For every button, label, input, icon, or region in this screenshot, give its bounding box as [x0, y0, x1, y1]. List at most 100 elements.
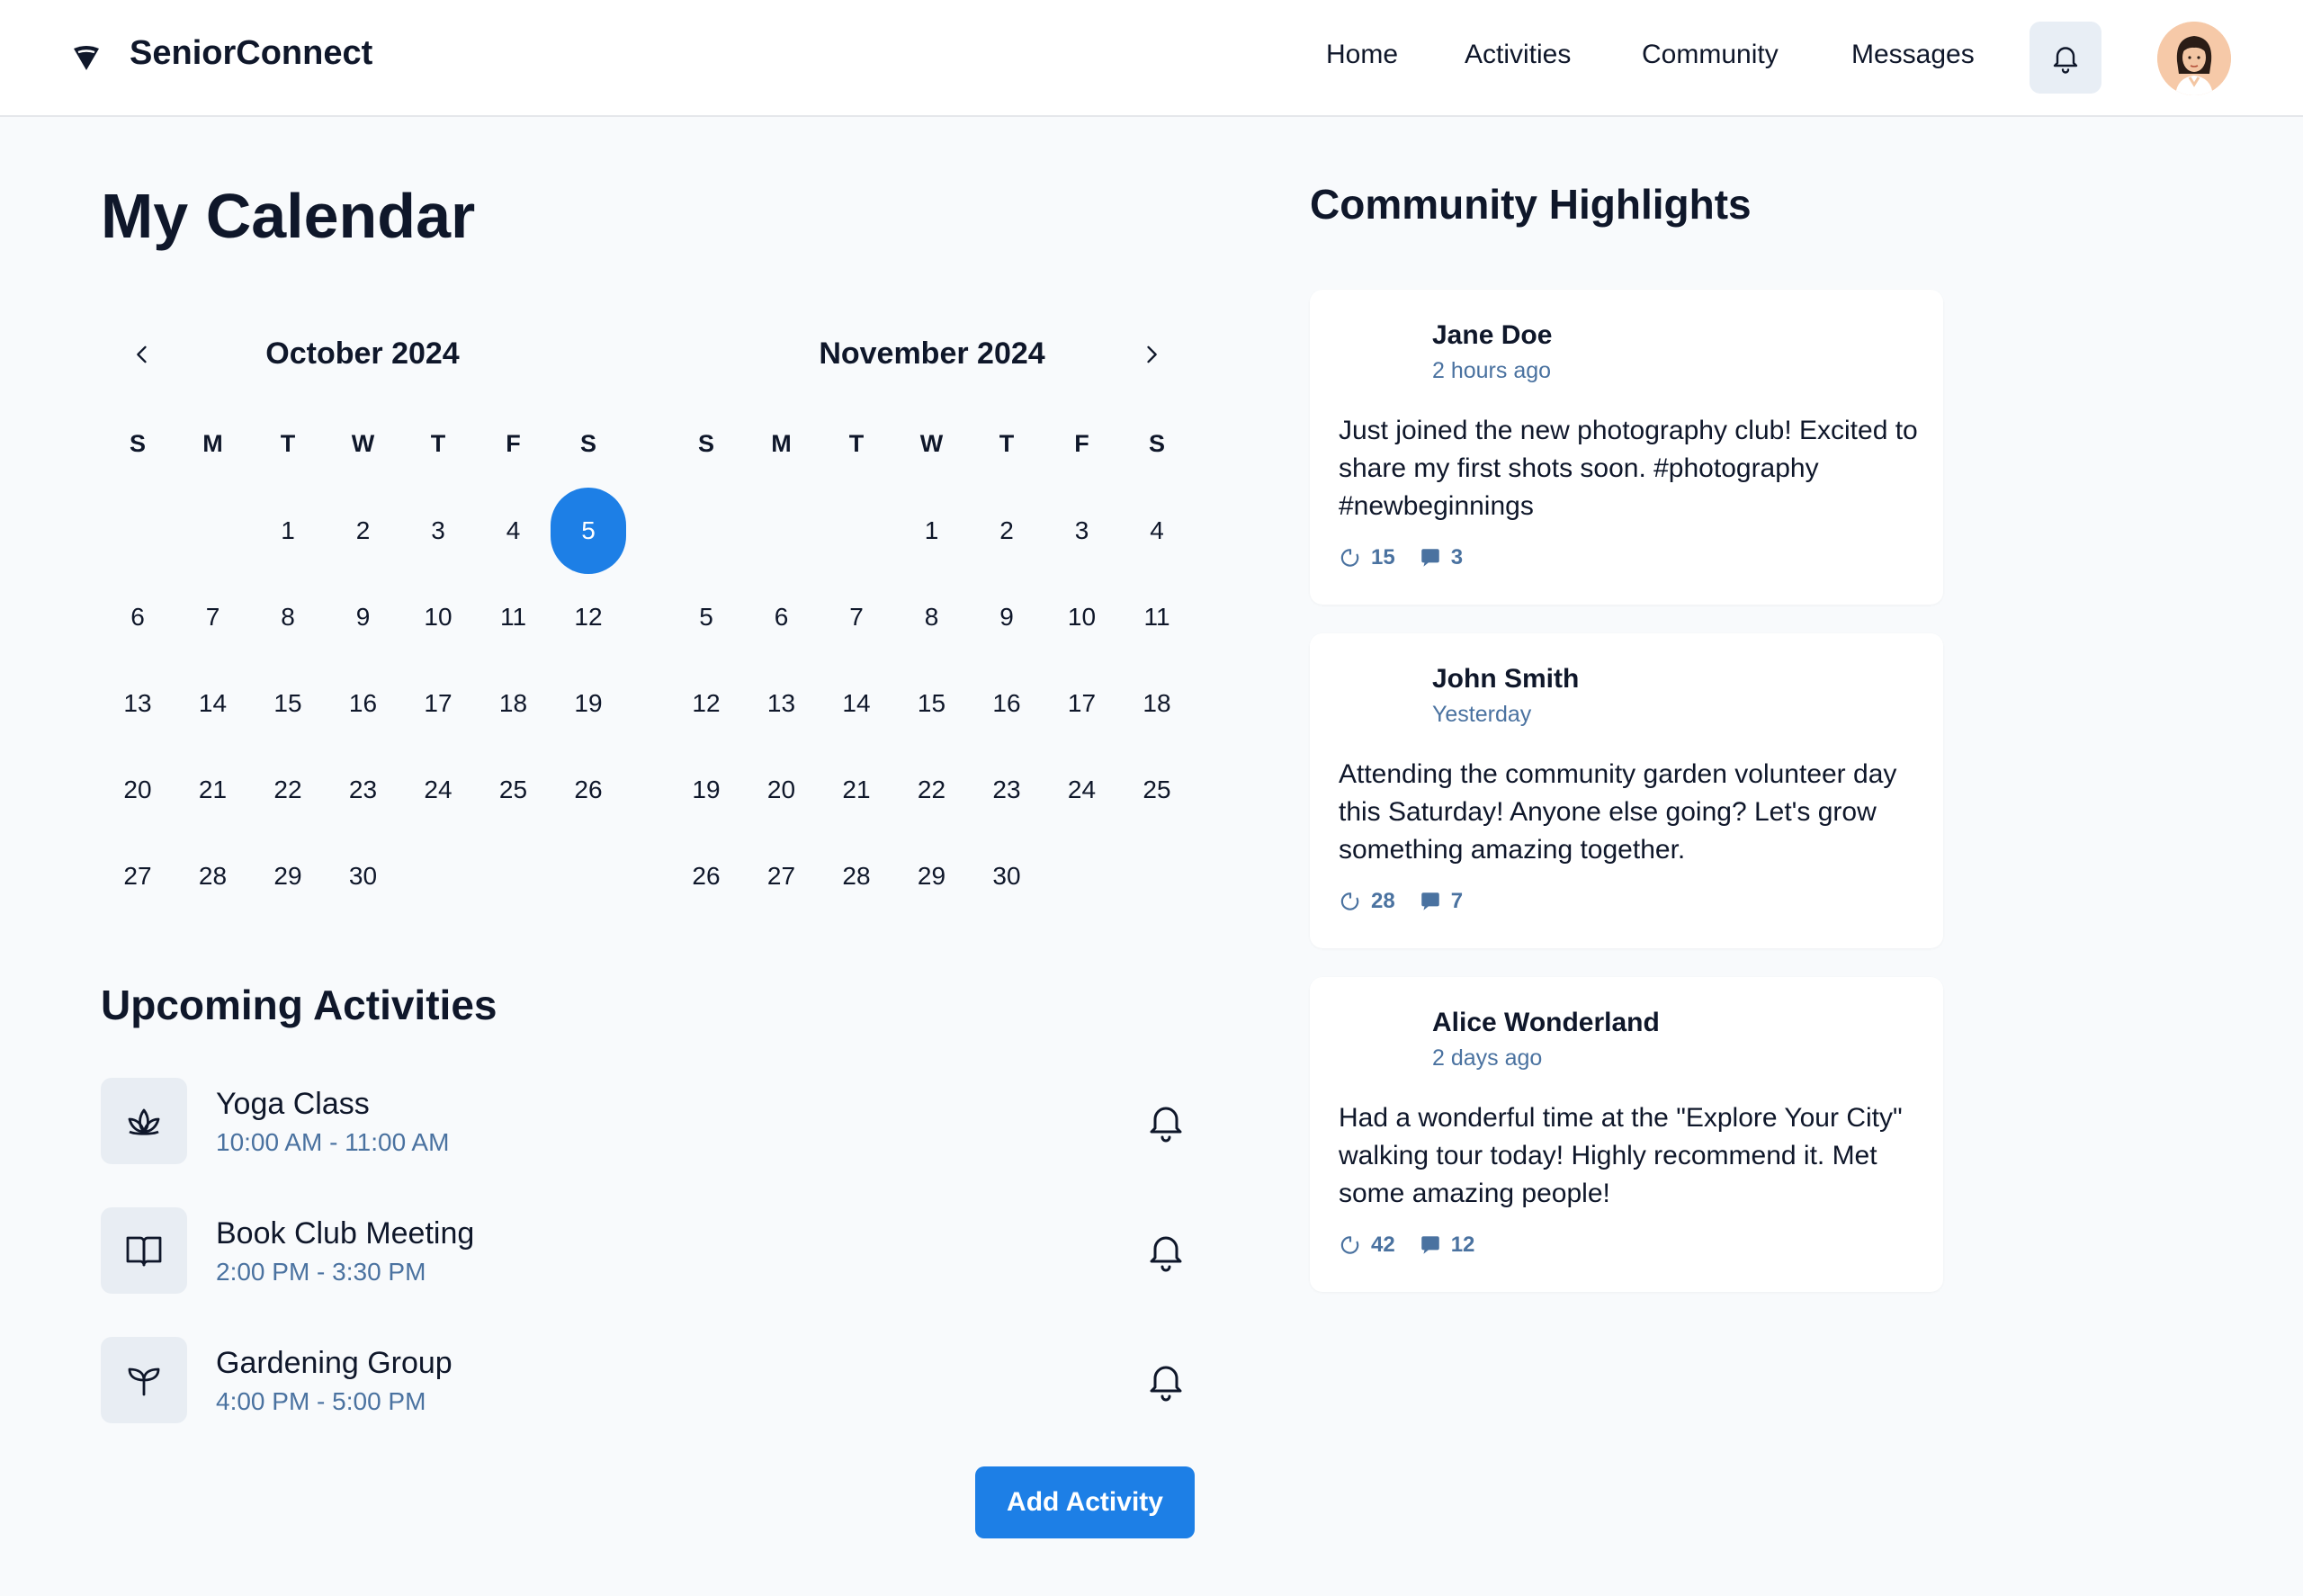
- calendar-day[interactable]: 23: [969, 752, 1044, 828]
- calendar-day[interactable]: 9: [969, 579, 1044, 655]
- post-author[interactable]: Alice Wonderland: [1432, 1008, 1660, 1038]
- avatar[interactable]: [2157, 22, 2231, 95]
- nav-home[interactable]: Home: [1326, 40, 1398, 70]
- calendar-day[interactable]: 25: [476, 752, 551, 828]
- calendar-day[interactable]: 25: [1119, 752, 1195, 828]
- calendar-day[interactable]: 22: [894, 752, 970, 828]
- calendar-day[interactable]: 18: [1119, 666, 1195, 741]
- reminder-bell-icon[interactable]: [1144, 1358, 1187, 1402]
- calendar-day[interactable]: 26: [551, 752, 626, 828]
- calendar-day[interactable]: 30: [326, 838, 401, 914]
- calendar-day[interactable]: 27: [744, 838, 820, 914]
- calendar-day[interactable]: 11: [1119, 579, 1195, 655]
- activity-item-book-club[interactable]: Book Club Meeting 2:00 PM - 3:30 PM: [101, 1207, 1198, 1297]
- calendar-day[interactable]: 20: [100, 752, 175, 828]
- calendar-day[interactable]: 28: [175, 838, 251, 914]
- calendar-day[interactable]: 10: [1044, 579, 1120, 655]
- calendar-day[interactable]: 14: [175, 666, 251, 741]
- calendar-day[interactable]: 16: [326, 666, 401, 741]
- calendar-day[interactable]: 3: [400, 493, 476, 569]
- calendar-day[interactable]: 19: [668, 752, 744, 828]
- comment-button[interactable]: 3: [1419, 545, 1463, 570]
- calendar-day[interactable]: 8: [894, 579, 970, 655]
- nav-activities[interactable]: Activities: [1465, 40, 1571, 70]
- calendar-day[interactable]: 30: [969, 838, 1044, 914]
- calendar-day[interactable]: 6: [744, 579, 820, 655]
- weekday-label: S: [579, 430, 596, 457]
- weekday-label: T: [280, 430, 296, 457]
- weekday-label: W: [351, 430, 375, 457]
- comment-button[interactable]: 12: [1419, 1233, 1475, 1258]
- calendar-day[interactable]: 20: [744, 752, 820, 828]
- calendar-day[interactable]: 2: [326, 493, 401, 569]
- calendar-day[interactable]: 24: [400, 752, 476, 828]
- calendar-day[interactable]: 21: [819, 752, 894, 828]
- calendar-day[interactable]: 4: [1119, 493, 1195, 569]
- calendar-day[interactable]: 16: [969, 666, 1044, 741]
- calendar-day[interactable]: 29: [894, 838, 970, 914]
- nav-community[interactable]: Community: [1642, 40, 1779, 70]
- post-author[interactable]: Jane Doe: [1432, 320, 1552, 351]
- calendar-day[interactable]: 6: [100, 579, 175, 655]
- page-title: My Calendar: [101, 181, 476, 251]
- prev-month-button[interactable]: [124, 336, 160, 372]
- nav-messages[interactable]: Messages: [1851, 40, 1975, 70]
- calendar-day[interactable]: 14: [819, 666, 894, 741]
- calendar-day[interactable]: 17: [400, 666, 476, 741]
- calendar-day[interactable]: 27: [100, 838, 175, 914]
- notifications-button[interactable]: [2030, 22, 2101, 94]
- calendar-day[interactable]: 13: [100, 666, 175, 741]
- calendar-day[interactable]: 15: [894, 666, 970, 741]
- calendar-day[interactable]: 10: [400, 579, 476, 655]
- post-author[interactable]: John Smith: [1432, 664, 1579, 695]
- weekday-label: M: [771, 430, 792, 457]
- calendar-day[interactable]: 12: [551, 579, 626, 655]
- like-button[interactable]: 42: [1339, 1233, 1395, 1258]
- calendar-day[interactable]: 1: [250, 493, 326, 569]
- add-activity-button[interactable]: Add Activity: [975, 1466, 1195, 1538]
- calendar-day[interactable]: 3: [1044, 493, 1120, 569]
- reminder-bell-icon[interactable]: [1144, 1229, 1187, 1272]
- calendar-day[interactable]: 5: [668, 579, 744, 655]
- calendar-day-selected[interactable]: 5: [551, 488, 626, 574]
- calendar-day[interactable]: 15: [250, 666, 326, 741]
- calendar-day[interactable]: 12: [668, 666, 744, 741]
- weekday-label: F: [1074, 430, 1089, 457]
- like-button[interactable]: 15: [1339, 545, 1395, 570]
- calendar-day[interactable]: 11: [476, 579, 551, 655]
- calendar-day[interactable]: 8: [250, 579, 326, 655]
- calendar-day[interactable]: 17: [1044, 666, 1120, 741]
- calendar-day[interactable]: 2: [969, 493, 1044, 569]
- reminder-bell-icon[interactable]: [1144, 1099, 1187, 1143]
- comment-button[interactable]: 7: [1419, 889, 1463, 914]
- activity-item-yoga[interactable]: Yoga Class 10:00 AM - 11:00 AM: [101, 1078, 1198, 1168]
- calendar-day[interactable]: 29: [250, 838, 326, 914]
- calendar-day[interactable]: 26: [668, 838, 744, 914]
- sprout-icon: [128, 1367, 160, 1396]
- calendar-day[interactable]: 9: [326, 579, 401, 655]
- like-icon: [1340, 892, 1359, 910]
- post-stats: 28 7: [1339, 889, 1486, 914]
- brand-name[interactable]: SeniorConnect: [130, 34, 372, 73]
- logo-icon[interactable]: [70, 41, 103, 74]
- calendar-day[interactable]: 19: [551, 666, 626, 741]
- calendar-day[interactable]: 24: [1044, 752, 1120, 828]
- calendar-day[interactable]: 4: [476, 493, 551, 569]
- calendar-day[interactable]: 13: [744, 666, 820, 741]
- calendar-day[interactable]: 21: [175, 752, 251, 828]
- calendar-day[interactable]: 28: [819, 838, 894, 914]
- next-month-button[interactable]: [1134, 336, 1169, 372]
- weekday-label: F: [506, 430, 521, 457]
- calendar-day[interactable]: 7: [819, 579, 894, 655]
- calendar-day[interactable]: 18: [476, 666, 551, 741]
- calendar-day[interactable]: 1: [894, 493, 970, 569]
- bell-icon: [2053, 47, 2078, 74]
- comment-count: 12: [1450, 1233, 1475, 1257]
- weekday-label: T: [999, 430, 1015, 457]
- like-button[interactable]: 28: [1339, 889, 1395, 914]
- activity-item-gardening[interactable]: Gardening Group 4:00 PM - 5:00 PM: [101, 1337, 1198, 1427]
- post-text: Just joined the new photography club! Ex…: [1339, 416, 1918, 521]
- calendar-day[interactable]: 23: [326, 752, 401, 828]
- calendar-day[interactable]: 7: [175, 579, 251, 655]
- calendar-day[interactable]: 22: [250, 752, 326, 828]
